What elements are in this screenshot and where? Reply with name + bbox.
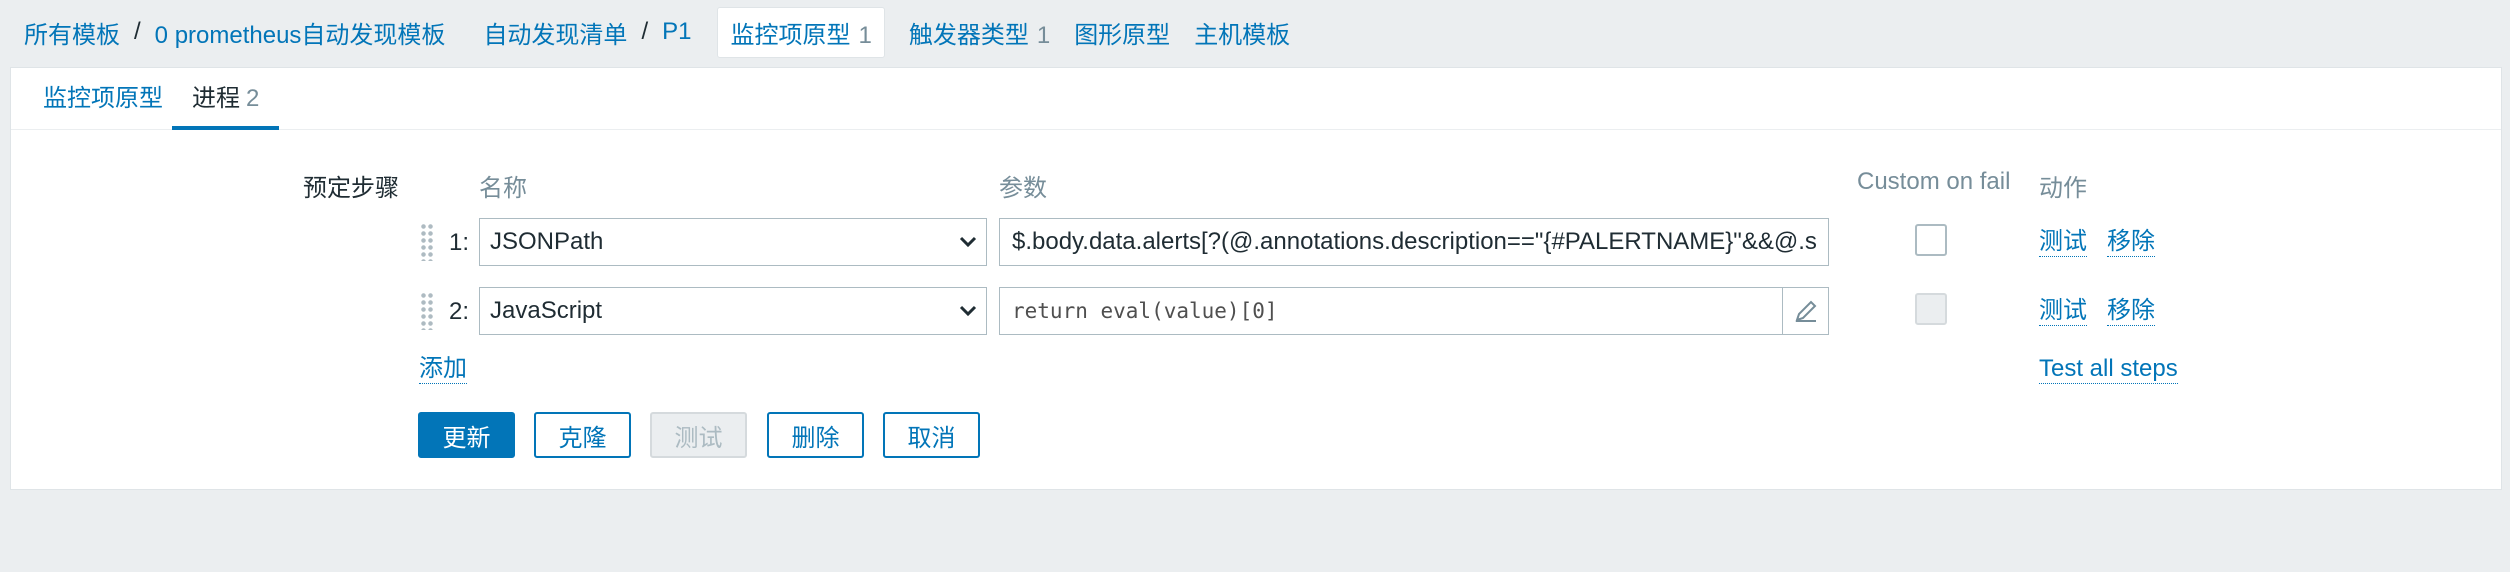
step-type-select[interactable]: JavaScript <box>479 287 987 335</box>
tab-label: 进程 <box>192 85 240 112</box>
clone-button[interactable]: 克隆 <box>534 412 631 458</box>
test-all-steps-link[interactable]: Test all steps <box>2039 355 2178 384</box>
chevron-down-icon <box>959 305 977 317</box>
add-step-link[interactable]: 添加 <box>419 355 467 384</box>
header-actions: 动作 <box>2039 175 2087 202</box>
breadcrumb-rule[interactable]: P1 <box>662 18 691 46</box>
nav-item-prototypes[interactable]: 监控项原型 1 <box>717 6 885 58</box>
step-param-input[interactable]: $.body.data.alerts[?(@.annotations.descr… <box>999 218 1829 266</box>
step-param-input[interactable]: return eval(value)[0] <box>999 287 1829 335</box>
breadcrumb-separator: / <box>134 18 141 45</box>
header-custom-on-fail: Custom on fail <box>1857 168 2011 195</box>
edit-script-button[interactable] <box>1782 288 1828 334</box>
tab-item-prototype[interactable]: 监控项原型 <box>23 68 183 130</box>
drag-handle-icon[interactable] <box>420 292 434 330</box>
form-panel: 监控项原型 进程 2 预定步骤 名称 参数 Custom on fail 动作 1… <box>10 67 2502 490</box>
step-param-value: $.body.data.alerts[?(@.annotations.descr… <box>1012 228 1817 255</box>
nav-trigger-types-label: 触发器类型 <box>908 21 1029 49</box>
breadcrumb-template[interactable]: 0 prometheus自动发现模板 <box>155 15 446 50</box>
breadcrumb-separator: / <box>641 18 649 45</box>
step-number: 2: <box>449 298 470 325</box>
nav-item-prototypes-count: 1 <box>858 21 872 49</box>
tab-bar: 监控项原型 进程 2 <box>11 68 2501 130</box>
update-button[interactable]: 更新 <box>418 412 515 458</box>
breadcrumb: 所有模板 / 0 prometheus自动发现模板 自动发现清单 / P1 监控… <box>0 0 2510 64</box>
nav-trigger-types[interactable]: 触发器类型 1 <box>909 15 1050 50</box>
tab-preprocessing[interactable]: 进程 2 <box>172 68 280 130</box>
custom-on-fail-checkbox[interactable] <box>1915 224 1947 256</box>
delete-button[interactable]: 删除 <box>767 412 864 458</box>
step-type-select[interactable]: JSONPath <box>479 218 987 266</box>
pencil-icon <box>1794 300 1816 322</box>
step-param-value: return eval(value)[0] <box>1012 299 1278 323</box>
step-number: 1: <box>449 229 470 256</box>
nav-item-prototypes-label: 监控项原型 <box>730 21 851 49</box>
step-remove-link[interactable]: 移除 <box>2107 297 2155 326</box>
tab-count: 2 <box>246 85 260 112</box>
step-remove-link[interactable]: 移除 <box>2107 228 2155 257</box>
header-params: 参数 <box>999 175 1047 202</box>
step-type-value: JavaScript <box>490 297 603 324</box>
step-type-value: JSONPath <box>490 228 604 255</box>
tab-label: 监控项原型 <box>43 85 163 112</box>
cancel-button[interactable]: 取消 <box>883 412 980 458</box>
header-name: 名称 <box>479 175 527 202</box>
step-test-link[interactable]: 测试 <box>2039 297 2087 326</box>
custom-on-fail-checkbox <box>1915 293 1947 325</box>
test-button: 测试 <box>650 412 747 458</box>
step-test-link[interactable]: 测试 <box>2039 228 2087 257</box>
nav-trigger-types-count: 1 <box>1036 21 1051 49</box>
drag-handle-icon[interactable] <box>420 223 434 261</box>
preprocessing-label: 预定步骤 <box>303 175 399 202</box>
breadcrumb-discovery-list[interactable]: 自动发现清单 <box>483 15 627 50</box>
nav-graph-prototypes[interactable]: 图形原型 <box>1074 15 1170 50</box>
breadcrumb-all-templates[interactable]: 所有模板 <box>24 15 120 50</box>
chevron-down-icon <box>959 236 977 248</box>
nav-host-templates[interactable]: 主机模板 <box>1194 15 1290 50</box>
